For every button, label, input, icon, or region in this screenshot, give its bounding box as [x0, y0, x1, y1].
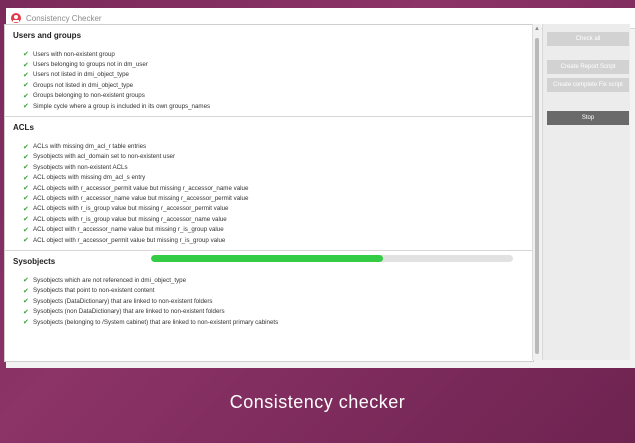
- list-item: ✔ ACL objects with r_accessor_permit valu…: [23, 184, 249, 193]
- checkmark-icon: ✔: [23, 103, 29, 111]
- caption: Consistency checker: [229, 392, 406, 412]
- checkmark-icon: ✔: [23, 319, 29, 326]
- list-item: ✔ Users belonging to groups not in dm_use…: [23, 61, 148, 69]
- checkmark-icon: ✔: [23, 153, 29, 161]
- checkmark-icon: ✔: [23, 287, 29, 295]
- checkmark-icon: ✔: [23, 71, 29, 79]
- progress-bar: [151, 255, 513, 263]
- checkmark-icon: ✔: [23, 308, 29, 316]
- actions-panel: Check all Create Report Script Create co…: [542, 24, 630, 360]
- checkmark-icon: ✔: [23, 216, 29, 224]
- list-item: ✔ Sysobjects which are not referenced in …: [23, 276, 187, 285]
- checkmark-icon: ✔: [23, 195, 29, 203]
- list-item: ✔ Sysobjects with non-existent ACLs: [23, 163, 128, 172]
- list-item: ✔ Sysobjects that point to non-existent c…: [23, 287, 155, 295]
- vertical-scrollbar[interactable]: ▲: [532, 24, 541, 360]
- list-item: ✔ Users with non-existent group: [23, 50, 115, 59]
- checkmark-icon: ✔: [23, 277, 29, 285]
- list-item: ✔ Groups not listed in dmi_object_type: [23, 81, 134, 90]
- list-item: ✔ Users not listed in dmi_object_type: [23, 71, 129, 79]
- checkmark-icon: ✔: [23, 61, 29, 69]
- list-item: ✔ Sysobjects (non DataDictionary) that ar…: [23, 308, 225, 316]
- check-all-button[interactable]: Check all: [547, 32, 629, 46]
- checkmark-icon: ✔: [23, 185, 29, 193]
- list-item: ✔ ACL object with r_accessor_permit value…: [23, 236, 226, 245]
- stop-button[interactable]: Stop: [547, 111, 629, 125]
- list-item: ✔ ACLs with missing dm_acl_r table entrie…: [23, 143, 147, 151]
- section-sysobjects: Sysobjects ✔ Sysobjects which are not ref…: [5, 251, 533, 332]
- list-item: ✔ Sysobjects with acl_domain set to non-e…: [23, 153, 176, 161]
- checkmark-icon: ✔: [23, 298, 29, 306]
- window-title: Consistency Checker: [26, 13, 102, 23]
- section-acls: ACLs ✔ ACLs with missing dm_acl_r table e…: [5, 117, 533, 252]
- checkmark-icon: ✔: [23, 92, 29, 100]
- scroll-thumb[interactable]: [535, 38, 539, 354]
- list-item: ✔ Groups belonging to non-existent groups: [23, 92, 145, 100]
- checkmark-icon: ✔: [23, 205, 29, 213]
- checkmark-icon: ✔: [23, 237, 29, 245]
- scroll-up-icon[interactable]: ▲: [534, 26, 540, 32]
- app-logo-icon: [11, 13, 21, 23]
- create-report-script-button[interactable]: Create Report Script: [547, 60, 629, 74]
- progress-fill: [151, 255, 383, 263]
- checkmark-icon: ✔: [23, 51, 29, 59]
- section-title: ACLs: [13, 123, 34, 133]
- list-item: ✔ Sysobjects (DataDictionary) that are li…: [23, 297, 213, 306]
- list-item: ✔ Sysobjects (belonging to /System cabine…: [23, 318, 279, 327]
- checkmark-icon: ✔: [23, 82, 29, 90]
- check-list-panel: Users and groups ✔ Users with non-existen…: [4, 24, 534, 362]
- checkmark-icon: ✔: [23, 143, 29, 151]
- list-item: ✔ ACL objects with r_is_group value but m…: [23, 215, 227, 224]
- create-complete-fix-script-button[interactable]: Create complete Fix script: [547, 78, 629, 92]
- section-title: Users and groups: [13, 31, 82, 40]
- list-item: ✔ ACL object with r_accessor_name value b…: [23, 226, 224, 234]
- list-item: ✔ ACL objects with missing dm_acl_s entry: [23, 174, 146, 182]
- list-item: ✔ ACL objects with r_is_group value but m…: [23, 205, 229, 213]
- list-item: ✔ ACL objects with r_accessor_name value …: [23, 194, 249, 203]
- list-item: ✔ Simple cycle where a group is included …: [23, 102, 211, 111]
- checkmark-icon: ✔: [23, 174, 29, 182]
- checkmark-icon: ✔: [23, 164, 29, 172]
- checkmark-icon: ✔: [23, 226, 29, 234]
- section-users-and-groups: Users and groups ✔ Users with non-existen…: [5, 25, 533, 118]
